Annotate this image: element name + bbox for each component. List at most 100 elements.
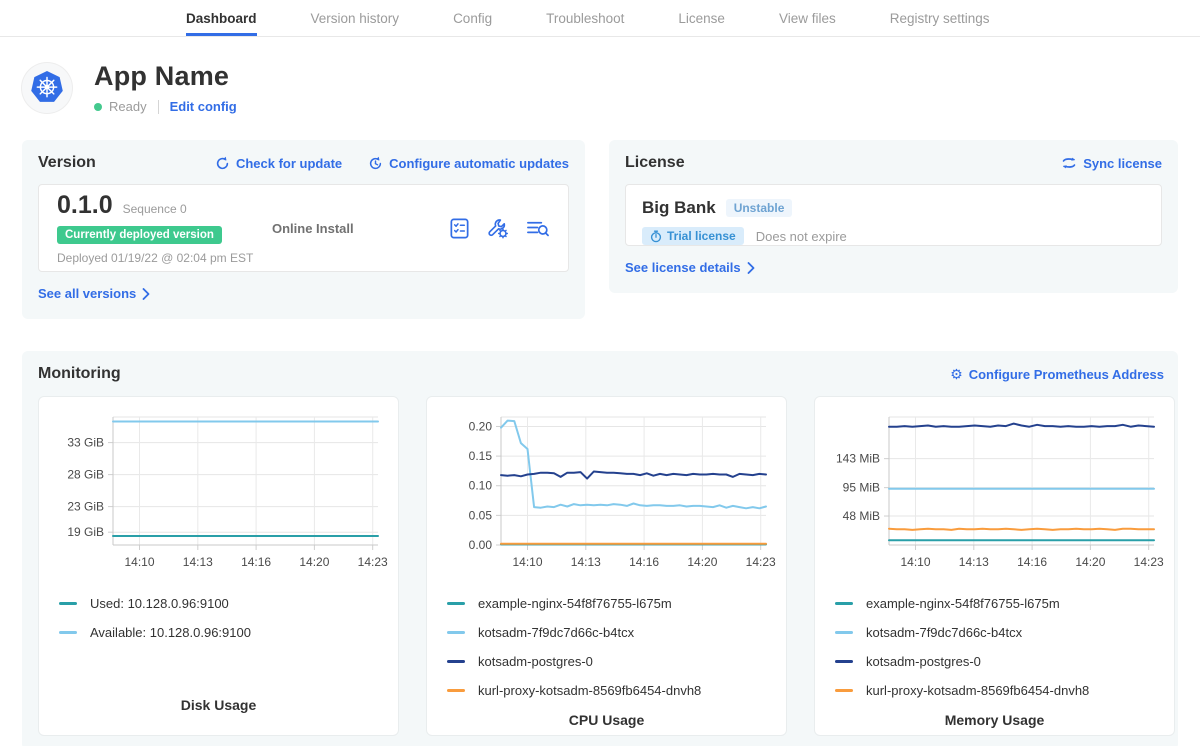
svg-text:95 MiB: 95 MiB — [843, 481, 880, 495]
legend-label: example-nginx-54f8f76755-l675m — [866, 596, 1060, 611]
configure-automatic-updates-button[interactable]: Configure automatic updates — [368, 156, 569, 171]
svg-text:28 GiB: 28 GiB — [67, 468, 104, 482]
legend-item: kotsadm-postgres-0 — [835, 654, 1162, 669]
legend-label: kotsadm-7f9dc7d66c-b4tcx — [478, 625, 634, 640]
svg-text:0.15: 0.15 — [469, 449, 493, 463]
series-line — [889, 424, 1154, 427]
schedule-update-icon — [368, 156, 383, 171]
license-expiry: Does not expire — [756, 229, 847, 244]
sync-license-button[interactable]: Sync license — [1061, 156, 1162, 171]
legend-label: kurl-proxy-kotsadm-8569fb6454-dnvh8 — [866, 683, 1089, 698]
legend-label: Available: 10.128.0.96:9100 — [90, 625, 251, 640]
series-line — [501, 421, 766, 509]
page-title: App Name — [94, 61, 237, 92]
gear-icon: ⚙ — [950, 367, 963, 381]
series-line — [889, 529, 1154, 530]
disk-usage-plot: 19 GiB23 GiB28 GiB33 GiB14:1014:1314:161… — [51, 405, 386, 582]
chart-title: CPU Usage — [439, 712, 774, 728]
status-dot — [94, 103, 102, 111]
version-title: Version — [38, 154, 96, 172]
install-type-label: Online Install — [272, 221, 448, 236]
legend-label: kotsadm-postgres-0 — [478, 654, 593, 669]
kubernetes-logo-icon — [22, 63, 72, 113]
cpu-usage-chart-card: 0.000.050.100.150.2014:1014:1314:1614:20… — [426, 396, 787, 736]
svg-text:14:10: 14:10 — [512, 555, 542, 569]
preflight-checks-icon[interactable] — [448, 217, 471, 240]
svg-text:23 GiB: 23 GiB — [67, 500, 104, 514]
monitoring-title: Monitoring — [38, 365, 121, 383]
legend-item: Used: 10.128.0.96:9100 — [59, 596, 386, 611]
svg-text:48 MiB: 48 MiB — [843, 509, 880, 523]
chevron-right-icon — [142, 288, 150, 300]
svg-text:14:10: 14:10 — [900, 555, 930, 569]
svg-text:14:16: 14:16 — [1017, 555, 1047, 569]
legend-dash-icon — [447, 602, 465, 605]
legend-dash-icon — [835, 689, 853, 692]
svg-text:14:20: 14:20 — [1075, 555, 1105, 569]
see-all-versions-link[interactable]: See all versions — [38, 286, 150, 301]
version-number: 0.1.0 — [57, 191, 113, 220]
tab-version-history[interactable]: Version history — [311, 0, 400, 36]
svg-text:0.05: 0.05 — [469, 508, 493, 522]
legend-dash-icon — [447, 660, 465, 663]
configure-prometheus-button[interactable]: ⚙ Configure Prometheus Address — [950, 367, 1164, 382]
chart-plot: 19 GiB23 GiB28 GiB33 GiB14:1014:1314:161… — [51, 405, 388, 577]
legend-label: kotsadm-7f9dc7d66c-b4tcx — [866, 625, 1022, 640]
tab-license[interactable]: License — [678, 0, 725, 36]
legend-item: kotsadm-7f9dc7d66c-b4tcx — [835, 625, 1162, 640]
status-badge: Ready — [109, 99, 147, 114]
edit-config-wrench-icon[interactable] — [486, 217, 510, 240]
chart-title: Memory Usage — [827, 712, 1162, 728]
license-title: License — [625, 154, 685, 172]
check-for-update-button[interactable]: Check for update — [215, 156, 342, 171]
svg-text:14:23: 14:23 — [1134, 555, 1164, 569]
series-line — [501, 472, 766, 479]
disk-usage-legend: Used: 10.128.0.96:9100 Available: 10.128.… — [59, 596, 386, 654]
svg-text:14:13: 14:13 — [959, 555, 989, 569]
sync-arrows-icon — [1061, 156, 1077, 170]
tab-view-files[interactable]: View files — [779, 0, 836, 36]
legend-dash-icon — [835, 602, 853, 605]
charts-row: 19 GiB23 GiB28 GiB33 GiB14:1014:1314:161… — [38, 396, 1164, 736]
tab-dashboard[interactable]: Dashboard — [186, 0, 257, 36]
chevron-right-icon — [747, 262, 755, 274]
svg-text:143 MiB: 143 MiB — [836, 452, 880, 466]
chart-plot: 0.000.050.100.150.2014:1014:1314:1614:20… — [439, 405, 776, 577]
stopwatch-icon — [650, 230, 662, 243]
version-card: Version Check for update Configure autom… — [22, 140, 585, 319]
nav-tabs: Dashboard Version history Config Troublesho… — [186, 0, 990, 36]
svg-text:14:10: 14:10 — [124, 555, 154, 569]
top-navigation: Dashboard Version history Config Troublesho… — [0, 0, 1200, 37]
svg-text:14:20: 14:20 — [299, 555, 329, 569]
tab-troubleshoot[interactable]: Troubleshoot — [546, 0, 624, 36]
legend-dash-icon — [835, 660, 853, 663]
svg-text:14:23: 14:23 — [358, 555, 388, 569]
legend-item: kotsadm-postgres-0 — [447, 654, 774, 669]
deployed-badge: Currently deployed version — [57, 226, 222, 244]
see-license-details-link[interactable]: See license details — [625, 260, 755, 275]
svg-text:19 GiB: 19 GiB — [67, 525, 104, 539]
svg-text:14:13: 14:13 — [183, 555, 213, 569]
cpu-usage-legend: example-nginx-54f8f76755-l675m kotsadm-7f… — [447, 596, 774, 712]
legend-dash-icon — [447, 689, 465, 692]
current-version-row: 0.1.0 Sequence 0 Currently deployed vers… — [38, 184, 569, 272]
channel-badge: Unstable — [726, 199, 793, 217]
tab-config[interactable]: Config — [453, 0, 492, 36]
legend-dash-icon — [447, 631, 465, 634]
svg-text:14:20: 14:20 — [687, 555, 717, 569]
tab-registry-settings[interactable]: Registry settings — [890, 0, 990, 36]
cpu-usage-plot: 0.000.050.100.150.2014:1014:1314:1614:20… — [439, 405, 774, 582]
edit-config-link[interactable]: Edit config — [170, 99, 237, 114]
svg-text:14:16: 14:16 — [629, 555, 659, 569]
legend-item: kotsadm-7f9dc7d66c-b4tcx — [447, 625, 774, 640]
customer-name: Big Bank — [642, 198, 716, 218]
legend-dash-icon — [59, 602, 77, 605]
legend-item: Available: 10.128.0.96:9100 — [59, 625, 386, 640]
license-detail-row: Big Bank Unstable Trial license Does not… — [625, 184, 1162, 246]
svg-text:14:16: 14:16 — [241, 555, 271, 569]
license-card: License Sync license Big Bank Unstable T… — [609, 140, 1178, 293]
legend-label: example-nginx-54f8f76755-l675m — [478, 596, 672, 611]
app-header: App Name Ready Edit config — [0, 37, 1200, 128]
chart-title: Disk Usage — [51, 697, 386, 713]
view-logs-icon[interactable] — [525, 217, 550, 240]
